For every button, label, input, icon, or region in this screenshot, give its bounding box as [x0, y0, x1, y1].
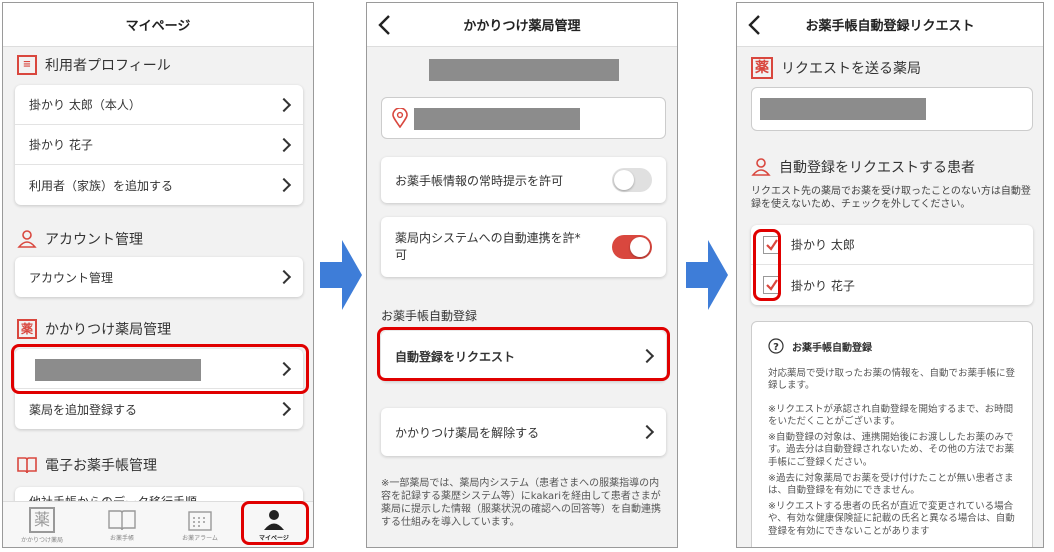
section-profile: ≡ 利用者プロフィール	[17, 55, 171, 75]
patient-name: 掛かり 太郎	[791, 238, 855, 252]
calendar-icon	[188, 510, 212, 531]
profile-card-icon: ≡	[17, 55, 37, 75]
open-book-icon	[17, 457, 37, 474]
nav-label: かかりつけ薬局	[20, 536, 64, 544]
section-pharmacy: 薬 かかりつけ薬局管理	[17, 319, 171, 339]
back-chevron-icon[interactable]	[375, 13, 395, 37]
person-outline-icon	[17, 230, 37, 248]
back-chevron-icon[interactable]	[745, 13, 765, 37]
account-management-item[interactable]: アカウント管理	[15, 257, 303, 297]
auto-link-toggle[interactable]	[612, 235, 652, 259]
section-title: 利用者プロフィール	[45, 58, 171, 74]
chevron-right-icon	[639, 424, 655, 440]
header: お薬手帳自動登録リクエスト	[737, 3, 1043, 47]
header: マイページ	[3, 3, 313, 47]
chevron-right-icon	[276, 401, 292, 417]
list-item-user[interactable]: 掛かり 太郎（本人）	[15, 85, 303, 125]
unregister-label: かかりつけ薬局を解除する	[395, 425, 540, 440]
pharmacy-field	[751, 87, 1033, 131]
section-title: リクエストを送る薬局	[781, 61, 921, 77]
info-title: お薬手帳自動登録	[792, 342, 872, 354]
screen-auto-registration-request: お薬手帳自動登録リクエスト 薬 リクエストを送る薬局 自動登録をリクエストする患…	[736, 2, 1044, 548]
highlight-box	[377, 327, 670, 381]
page-title: お薬手帳自動登録リクエスト	[805, 19, 975, 34]
patient-row: 掛かり 花子	[751, 265, 1033, 305]
pharmacy-kanji-icon: 薬	[17, 319, 37, 339]
add-pharmacy-item[interactable]: 薬局を追加登録する	[15, 389, 303, 429]
info-bullet: ※過去に対象薬局でお薬を受け付けたことが無い患者さまは、自動登録を有効にできませ…	[768, 473, 1014, 497]
chevron-right-icon	[276, 177, 292, 193]
chevron-right-icon	[276, 269, 292, 285]
section-title: かかりつけ薬局管理	[45, 322, 172, 338]
flow-arrow-icon	[686, 240, 728, 310]
unregister-pharmacy-button[interactable]: かかりつけ薬局を解除する	[381, 408, 666, 456]
nav-label: お薬アラーム	[182, 534, 218, 542]
toggle-label: 薬局内システムへの自動連携を許*可	[395, 231, 581, 262]
nav-book[interactable]: お薬手帳	[87, 502, 157, 547]
account-card: アカウント管理	[15, 257, 303, 297]
info-intro: 対応薬局で受け取ったお薬の情報を、自動でお薬手帳に登録します。	[768, 368, 1016, 392]
add-pharmacy-label: 薬局を追加登録する	[29, 402, 138, 417]
page-title: マイページ	[125, 19, 191, 34]
section-patients: 自動登録をリクエストする患者	[751, 157, 975, 177]
unregister-card: かかりつけ薬局を解除する	[381, 408, 666, 456]
section-ebook: 電子お薬手帳管理	[17, 455, 157, 475]
patient-name: 掛かり 花子	[791, 278, 855, 293]
add-family-label: 利用者（家族）を追加する	[29, 178, 174, 193]
location-pin-icon	[392, 108, 408, 128]
patient-row: 掛かり 太郎	[751, 225, 1033, 265]
redacted-pharmacy-name	[760, 98, 926, 120]
book-icon	[108, 509, 136, 530]
redacted-pharmacy-name	[429, 59, 619, 81]
toggle-label: お薬手帳情報の常時提示を許可	[395, 173, 564, 188]
account-label: アカウント管理	[29, 270, 114, 285]
list-item-user[interactable]: 掛かり 花子	[15, 125, 303, 165]
setting-card: 薬局内システムへの自動連携を許*可	[381, 217, 666, 277]
flow-arrow-icon	[320, 240, 362, 310]
help-circle-icon: ?	[768, 338, 784, 354]
nav-alarm[interactable]: お薬アラーム	[165, 502, 235, 547]
add-family-user[interactable]: 利用者（家族）を追加する	[15, 165, 303, 205]
chevron-right-icon	[276, 97, 292, 112]
user-name: 掛かり 花子	[29, 138, 93, 152]
pharmacy-kanji-icon: 薬	[751, 57, 773, 79]
address-card	[381, 97, 666, 139]
screen-pharmacy-management: かかりつけ薬局管理 お薬手帳情報の常時提示を許可 薬局内システムへの自動連携を許…	[366, 2, 678, 548]
section-target-pharmacy: 薬 リクエストを送る薬局	[751, 57, 921, 79]
nav-label: お薬手帳	[109, 534, 134, 542]
redacted-address	[414, 108, 580, 130]
always-show-toggle[interactable]	[612, 168, 652, 192]
section-title: アカウント管理	[45, 232, 143, 248]
user-name: 掛かり 太郎（本人）	[29, 98, 141, 112]
info-card: ? お薬手帳自動登録 対応薬局で受け取ったお薬の情報を、自動でお薬手帳に登録しま…	[751, 321, 1033, 547]
patient-note: リクエスト先の薬局でお薬を受け取ったことのない方は自動登録を使えないため、チェッ…	[751, 186, 1031, 210]
highlight-box	[753, 229, 781, 301]
person-outline-icon	[751, 158, 771, 176]
screen-mypage: マイページ ≡ 利用者プロフィール 掛かり 太郎（本人） 掛かり 花子 利用者（…	[2, 2, 314, 548]
section-title: 電子お薬手帳管理	[45, 458, 157, 474]
highlight-box	[11, 344, 309, 394]
setting-card: お薬手帳情報の常時提示を許可	[381, 157, 666, 203]
patient-list: 掛かり 太郎 掛かり 花子	[751, 225, 1033, 305]
footnote: ※一部薬局では、薬局内システム（患者さまへの服薬指導の内容を記録する薬歴システム…	[381, 478, 661, 528]
section-title: お薬手帳自動登録	[381, 309, 478, 323]
chevron-right-icon	[276, 137, 292, 152]
section-title: 自動登録をリクエストする患者	[779, 160, 975, 176]
highlight-box	[241, 501, 309, 545]
pharmacy-icon: 薬	[29, 506, 55, 533]
info-header: ? お薬手帳自動登録	[768, 338, 872, 354]
nav-pharmacy[interactable]: 薬 かかりつけ薬局	[7, 502, 77, 547]
info-bullet: ※リクエストする患者の氏名が直近で変更されている場合や、有効な健康保険証に記載の…	[768, 501, 1015, 537]
svg-text:?: ?	[773, 342, 779, 353]
page-title: かかりつけ薬局管理	[463, 19, 581, 34]
section-account: アカウント管理	[17, 229, 143, 249]
info-bullet: ※自動登録の対象は、連携開始後にお渡ししたお薬のみです。過去分は自動登録されない…	[768, 432, 1015, 468]
header: かかりつけ薬局管理	[367, 3, 677, 47]
user-list: 掛かり 太郎（本人） 掛かり 花子 利用者（家族）を追加する	[15, 85, 303, 205]
info-bullet: ※リクエストが承認され自動登録を開始するまで、お時間をいただくことがございます。	[768, 404, 1014, 428]
